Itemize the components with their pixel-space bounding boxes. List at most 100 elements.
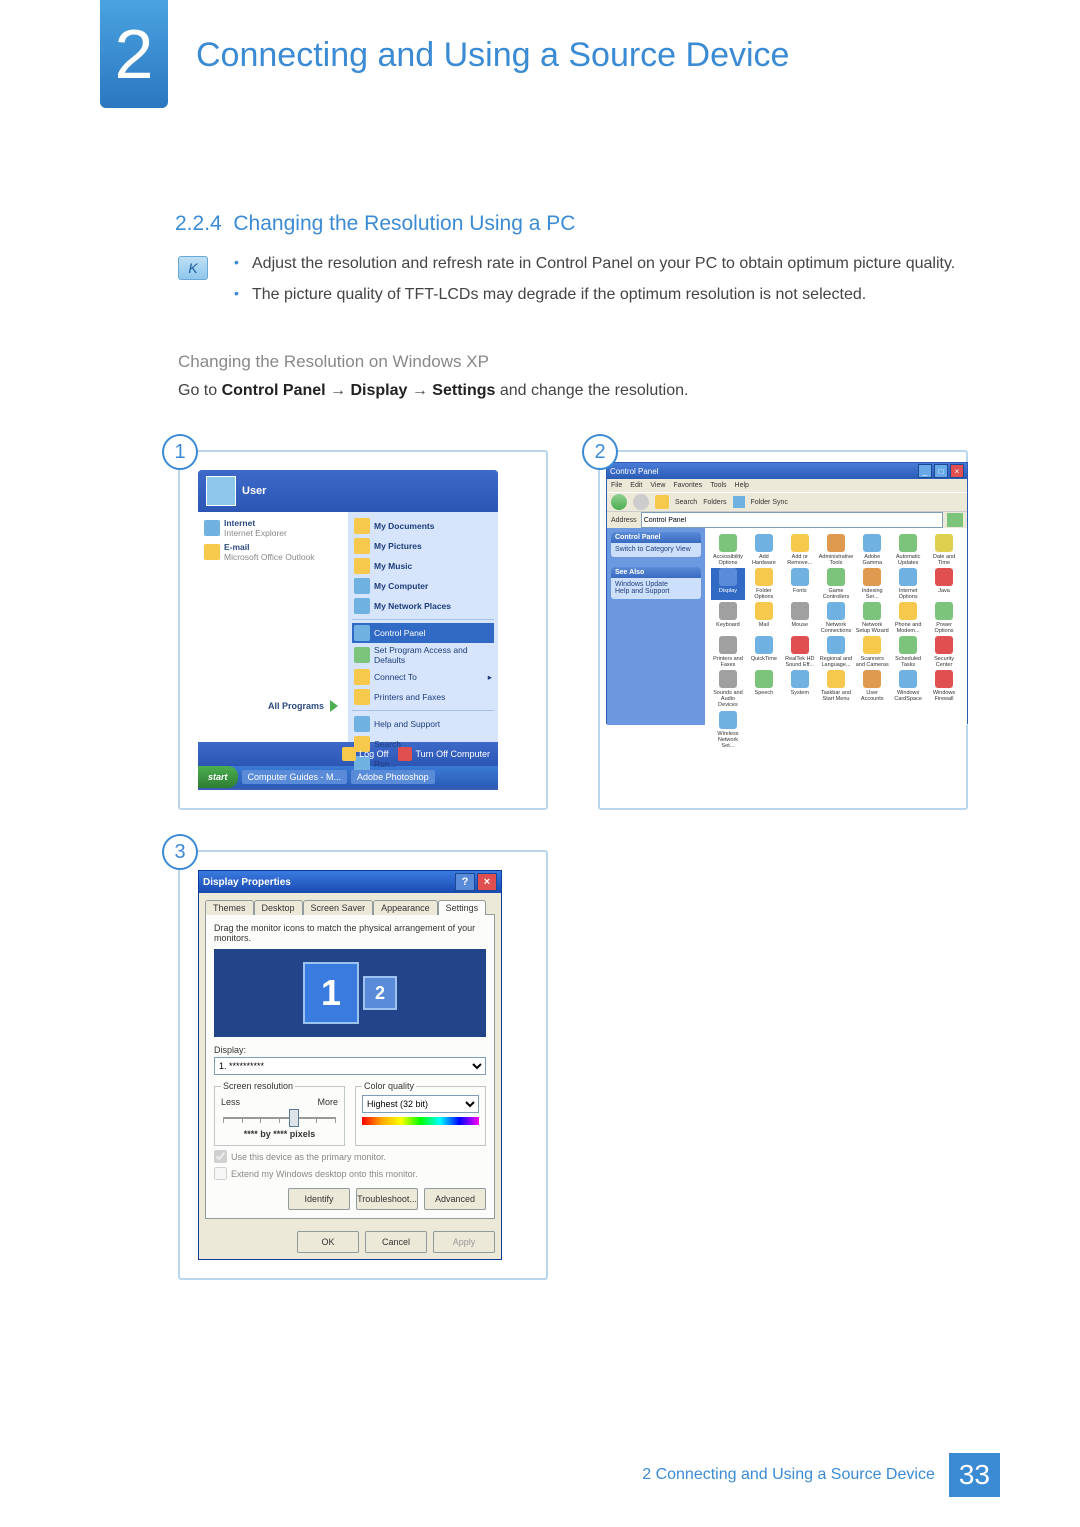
start-item-my-computer[interactable]: My Computer [352, 576, 494, 596]
control-panel-item[interactable]: User Accounts [855, 670, 889, 708]
control-panel-item[interactable]: Windows Firewall [927, 670, 961, 708]
start-item-my-pictures[interactable]: My Pictures [352, 536, 494, 556]
close-button[interactable]: × [477, 873, 497, 891]
control-panel-item[interactable]: Add or Remove... [783, 534, 817, 566]
up-icon[interactable] [655, 495, 669, 509]
control-panel-item[interactable]: Printers and Faxes [711, 636, 745, 668]
forward-button[interactable] [633, 494, 649, 510]
extend-desktop-checkbox[interactable]: Extend my Windows desktop onto this moni… [214, 1167, 486, 1180]
go-button[interactable] [947, 513, 963, 527]
start-item-set-program-access[interactable]: Set Program Access and Defaults [352, 643, 494, 667]
troubleshoot-button[interactable]: Troubleshoot... [356, 1188, 418, 1210]
control-panel-item[interactable]: Add Hardware [747, 534, 781, 566]
control-panel-item[interactable]: Power Options [927, 602, 961, 634]
control-panel-item[interactable]: Regional and Language... [819, 636, 854, 668]
resolution-slider[interactable] [223, 1107, 336, 1125]
start-item-help[interactable]: Help and Support [352, 714, 494, 734]
control-panel-item[interactable]: Phone and Modem... [891, 602, 925, 634]
minimize-button[interactable]: _ [918, 464, 932, 478]
control-panel-item[interactable]: Administrative Tools [819, 534, 854, 566]
start-item-my-network[interactable]: My Network Places [352, 596, 494, 616]
tab-appearance[interactable]: Appearance [373, 900, 438, 915]
start-item-email[interactable]: E-mailMicrosoft Office Outlook [202, 540, 344, 564]
address-input[interactable] [641, 512, 943, 528]
control-panel-item[interactable]: Scheduled Tasks [891, 636, 925, 668]
start-button[interactable]: start [198, 766, 238, 788]
apply-button[interactable]: Apply [433, 1231, 495, 1253]
slider-thumb[interactable] [289, 1109, 299, 1127]
tab-screensaver[interactable]: Screen Saver [303, 900, 374, 915]
start-item-control-panel[interactable]: Control Panel [352, 623, 494, 643]
views-icon[interactable] [733, 496, 745, 508]
control-panel-item[interactable]: RealTek HD Sound Eff... [783, 636, 817, 668]
control-panel-item[interactable]: Indexing Ser... [855, 568, 889, 600]
tab-desktop[interactable]: Desktop [254, 900, 303, 915]
cp-item-icon [935, 602, 953, 620]
menu-favorites[interactable]: Favorites [673, 482, 702, 489]
sidebar-switch-view[interactable]: Switch to Category View [615, 546, 697, 553]
tab-themes[interactable]: Themes [205, 900, 254, 915]
control-panel-item[interactable]: Fonts [783, 568, 817, 600]
cancel-button[interactable]: Cancel [365, 1231, 427, 1253]
help-button[interactable]: ? [455, 873, 475, 891]
control-panel-item[interactable]: Adobe Gamma [855, 534, 889, 566]
sidebar-windows-update[interactable]: Windows Update [615, 581, 697, 588]
primary-monitor-checkbox[interactable]: Use this device as the primary monitor. [214, 1150, 486, 1163]
advanced-button[interactable]: Advanced [424, 1188, 486, 1210]
back-button[interactable] [611, 494, 627, 510]
color-quality-select[interactable]: Highest (32 bit) [362, 1095, 479, 1113]
control-panel-item[interactable]: Display [711, 568, 745, 600]
monitor-2[interactable]: 2 [363, 976, 397, 1010]
control-panel-item[interactable]: Keyboard [711, 602, 745, 634]
ok-button[interactable]: OK [297, 1231, 359, 1253]
control-panel-item[interactable]: Date and Time [927, 534, 961, 566]
control-panel-item[interactable]: Internet Options [891, 568, 925, 600]
sidebar-help-support[interactable]: Help and Support [615, 588, 697, 595]
control-panel-item[interactable]: Folder Options [747, 568, 781, 600]
maximize-button[interactable]: □ [934, 464, 948, 478]
log-off-button[interactable]: Log Off [342, 747, 388, 761]
control-panel-item[interactable]: Automatic Updates [891, 534, 925, 566]
control-panel-item[interactable]: QuickTime [747, 636, 781, 668]
control-panel-item[interactable]: Wireless Network Set... [711, 711, 745, 749]
start-item-internet[interactable]: InternetInternet Explorer [202, 516, 344, 540]
menu-file[interactable]: File [611, 482, 622, 489]
toolbar-search[interactable]: Search [675, 499, 697, 506]
menu-view[interactable]: View [650, 482, 665, 489]
control-panel-item[interactable]: Sounds and Audio Devices [711, 670, 745, 708]
all-programs[interactable]: All Programs [202, 694, 344, 718]
menu-help[interactable]: Help [735, 482, 749, 489]
taskbar-item[interactable]: Computer Guides - M... [242, 770, 348, 784]
control-panel-item[interactable]: Network Setup Wizard [855, 602, 889, 634]
control-panel-item[interactable]: Game Controllers [819, 568, 854, 600]
start-item-my-music[interactable]: My Music [352, 556, 494, 576]
control-panel-item[interactable]: Mail [747, 602, 781, 634]
start-item-my-documents[interactable]: My Documents [352, 516, 494, 536]
control-panel-item[interactable]: Security Center [927, 636, 961, 668]
control-panel-item[interactable]: Speech [747, 670, 781, 708]
display-select[interactable]: 1. ********** [214, 1057, 486, 1075]
turn-off-button[interactable]: Turn Off Computer [398, 747, 490, 761]
control-panel-item[interactable]: Network Connections [819, 602, 854, 634]
monitor-arrangement[interactable]: 1 2 [214, 949, 486, 1037]
menu-edit[interactable]: Edit [630, 482, 642, 489]
control-panel-item[interactable]: Taskbar and Start Menu [819, 670, 854, 708]
monitor-1[interactable]: 1 [303, 962, 359, 1024]
cp-item-label: Speech [755, 690, 774, 696]
control-panel-item[interactable]: Windows CardSpace [891, 670, 925, 708]
menu-tools[interactable]: Tools [710, 482, 726, 489]
tab-settings[interactable]: Settings [438, 900, 487, 915]
toolbar-folder-sync[interactable]: Folder Sync [751, 499, 788, 506]
toolbar-folders[interactable]: Folders [703, 499, 726, 506]
close-button[interactable]: × [950, 464, 964, 478]
control-panel-item[interactable]: Accessibility Options [711, 534, 745, 566]
start-item-printers[interactable]: Printers and Faxes [352, 687, 494, 707]
taskbar-item[interactable]: Adobe Photoshop [351, 770, 435, 784]
control-panel-item[interactable]: Mouse [783, 602, 817, 634]
identify-button[interactable]: Identify [288, 1188, 350, 1210]
cp-item-icon [755, 534, 773, 552]
control-panel-item[interactable]: Scanners and Cameras [855, 636, 889, 668]
start-item-connect-to[interactable]: Connect To▸ [352, 667, 494, 687]
control-panel-item[interactable]: Java [927, 568, 961, 600]
control-panel-item[interactable]: System [783, 670, 817, 708]
